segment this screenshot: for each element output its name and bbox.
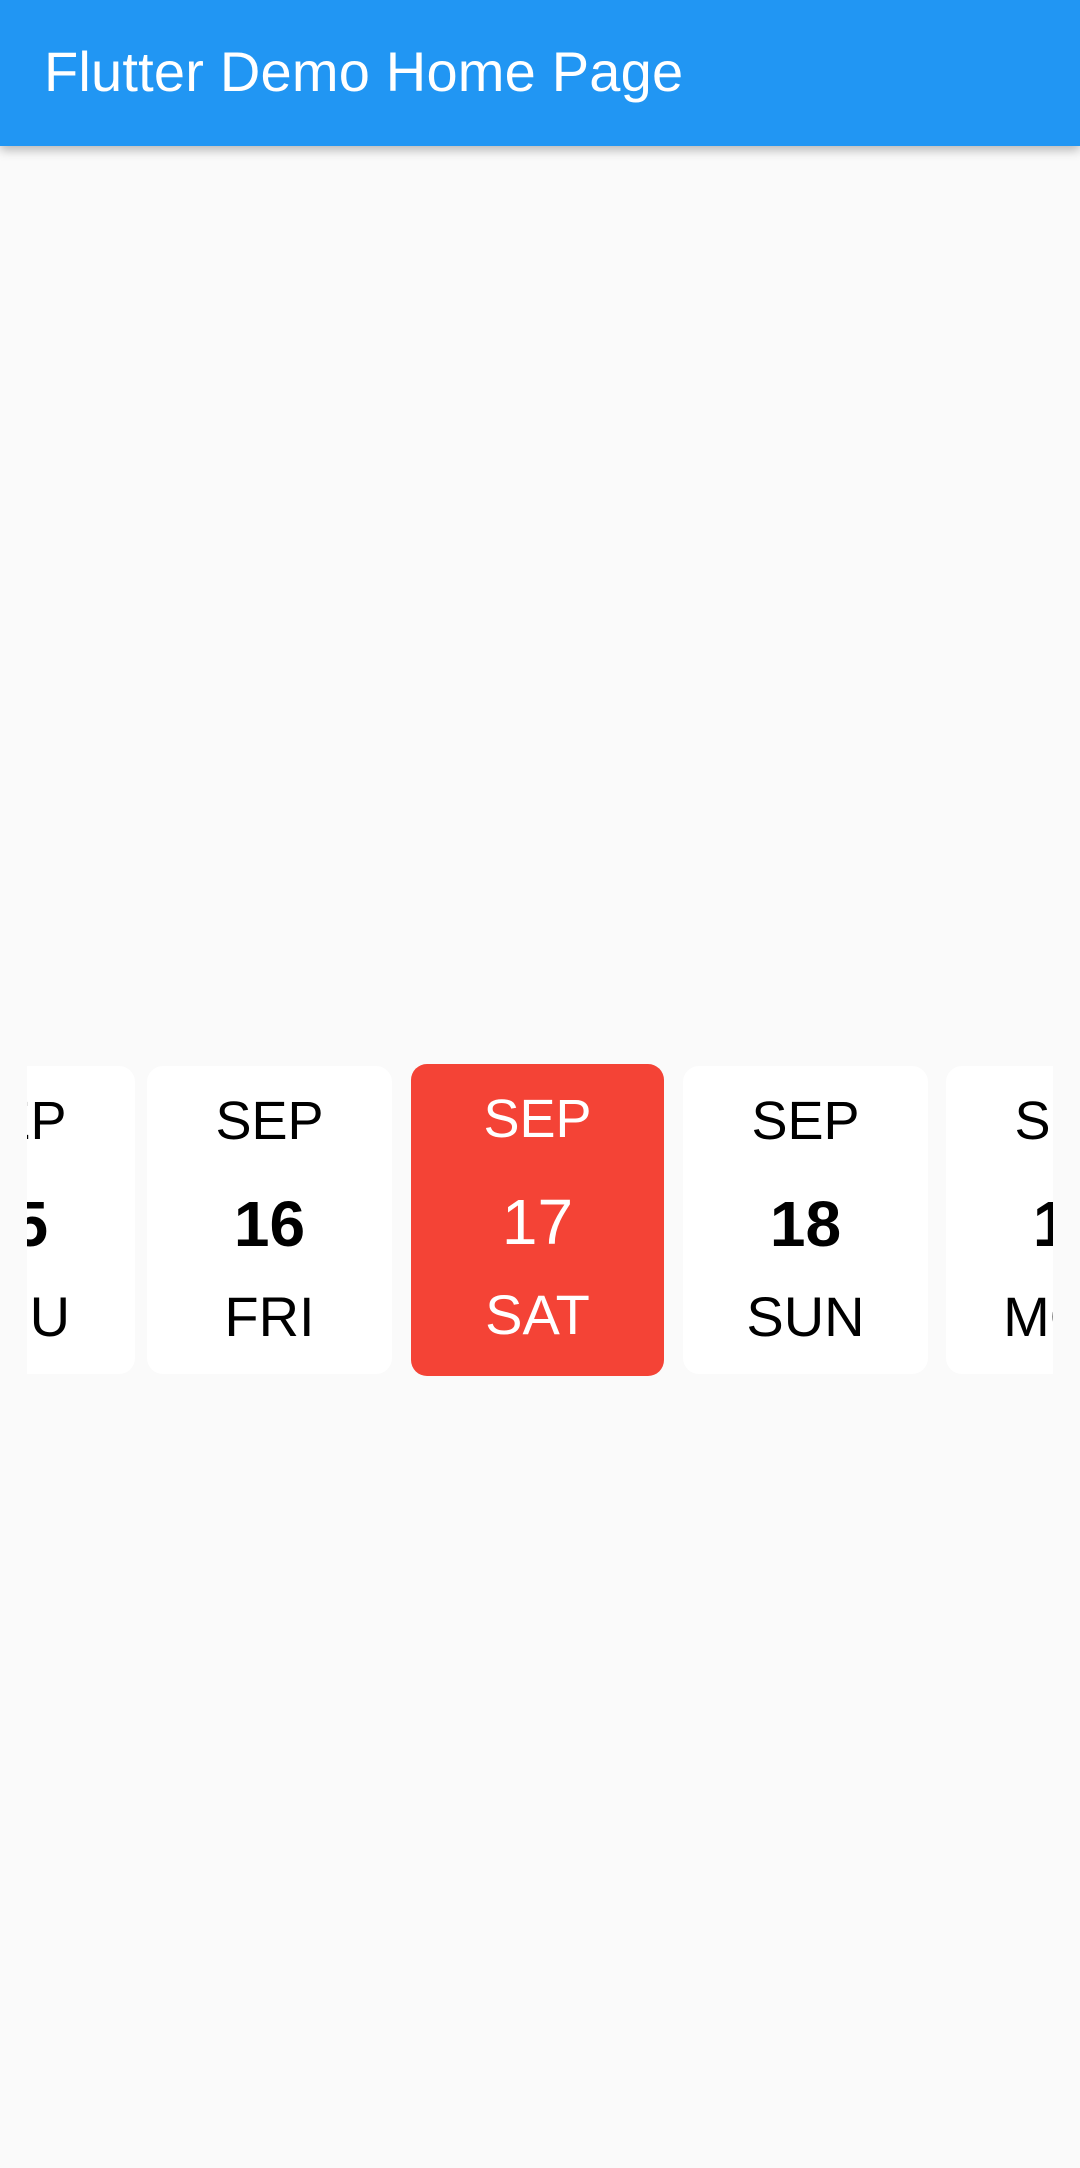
date-card-sep-15[interactable]: SEP 15 THU	[27, 1066, 135, 1374]
date-day: 17	[501, 1186, 574, 1258]
date-day: 16	[233, 1188, 306, 1260]
date-card-sep-17-selected[interactable]: SEP 17 SAT	[411, 1064, 664, 1376]
date-card-sep-16[interactable]: SEP 16 FRI	[147, 1066, 392, 1374]
date-card-sep-19[interactable]: SEP 19 MON	[946, 1066, 1053, 1374]
date-weekday: THU	[27, 1285, 71, 1348]
app-title: Flutter Demo Home Page	[44, 40, 684, 103]
date-card-sep-18[interactable]: SEP 18 SUN	[683, 1066, 928, 1374]
date-timeline[interactable]: SEP 15 THU SEP 16 FRI SEP 17 SAT SEP 18 …	[27, 1054, 1053, 1380]
date-weekday: FRI	[224, 1285, 315, 1348]
date-day: 15	[27, 1188, 49, 1260]
date-month: SEP	[483, 1089, 592, 1149]
date-month: SEP	[751, 1091, 860, 1151]
date-weekday: MON	[1003, 1285, 1053, 1348]
date-weekday: SUN	[746, 1285, 865, 1348]
date-weekday: SAT	[485, 1283, 590, 1346]
date-month: SEP	[27, 1091, 67, 1151]
date-day: 19	[1032, 1188, 1053, 1260]
page-body: SEP 15 THU SEP 16 FRI SEP 17 SAT SEP 18 …	[0, 146, 1080, 2168]
app-bar: Flutter Demo Home Page	[0, 0, 1080, 146]
date-month: SEP	[215, 1091, 324, 1151]
date-month: SEP	[1014, 1091, 1053, 1151]
date-day: 18	[769, 1188, 842, 1260]
